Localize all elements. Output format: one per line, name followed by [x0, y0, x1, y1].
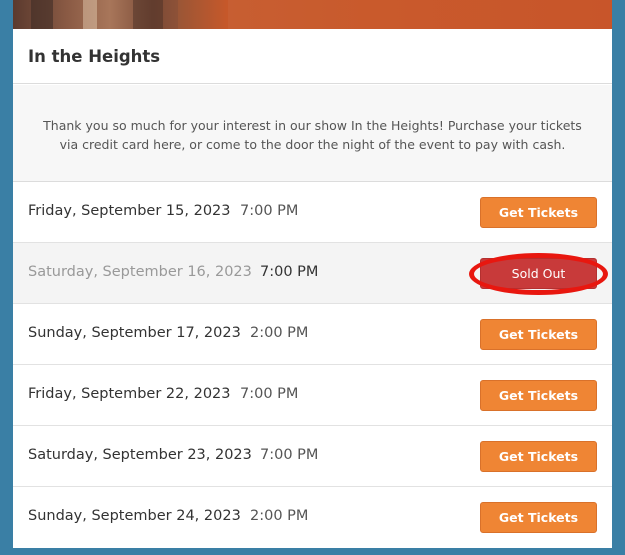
performance-date: Sunday, September 17, 2023: [28, 325, 241, 341]
intro-text: Thank you so much for your interest in o…: [43, 118, 582, 152]
performance-time: 2:00 PM: [250, 508, 309, 524]
performance-date: Saturday, September 23, 2023: [28, 447, 252, 463]
performance-date: Friday, September 15, 2023: [28, 203, 231, 219]
performance-time: 2:00 PM: [250, 325, 309, 341]
get-tickets-button[interactable]: Get Tickets: [480, 197, 597, 228]
show-banner-image: [13, 0, 612, 29]
performance-row: Saturday, September 23, 2023 7:00 PM Get…: [13, 426, 612, 487]
get-tickets-button[interactable]: Get Tickets: [480, 319, 597, 350]
performance-time: 7:00 PM: [240, 386, 299, 402]
performance-date: Friday, September 22, 2023: [28, 386, 231, 402]
performance-date: Sunday, September 24, 2023: [28, 508, 241, 524]
ticket-card: In the Heights Thank you so much for you…: [13, 0, 612, 548]
performance-row: Friday, September 15, 2023 7:00 PM Get T…: [13, 182, 612, 243]
intro-panel: Thank you so much for your interest in o…: [13, 85, 612, 182]
performance-row: Friday, September 22, 2023 7:00 PM Get T…: [13, 365, 612, 426]
performance-row: Sunday, September 24, 2023 2:00 PM Get T…: [13, 487, 612, 548]
banner-photo: [13, 0, 228, 29]
card-header: In the Heights: [13, 29, 612, 84]
performance-time: 7:00 PM: [260, 447, 319, 463]
performance-date: Saturday, September 16, 2023: [28, 264, 252, 280]
performance-time: 7:00 PM: [240, 203, 299, 219]
get-tickets-button[interactable]: Get Tickets: [480, 502, 597, 533]
performance-row: Sunday, September 17, 2023 2:00 PM Get T…: [13, 304, 612, 365]
show-title: In the Heights: [28, 47, 161, 66]
performance-time: 7:00 PM: [260, 264, 319, 280]
performance-row-sold-out: Saturday, September 16, 2023 7:00 PM Sol…: [13, 243, 612, 304]
get-tickets-button[interactable]: Get Tickets: [480, 380, 597, 411]
sold-out-button: Sold Out: [480, 258, 597, 289]
get-tickets-button[interactable]: Get Tickets: [480, 441, 597, 472]
